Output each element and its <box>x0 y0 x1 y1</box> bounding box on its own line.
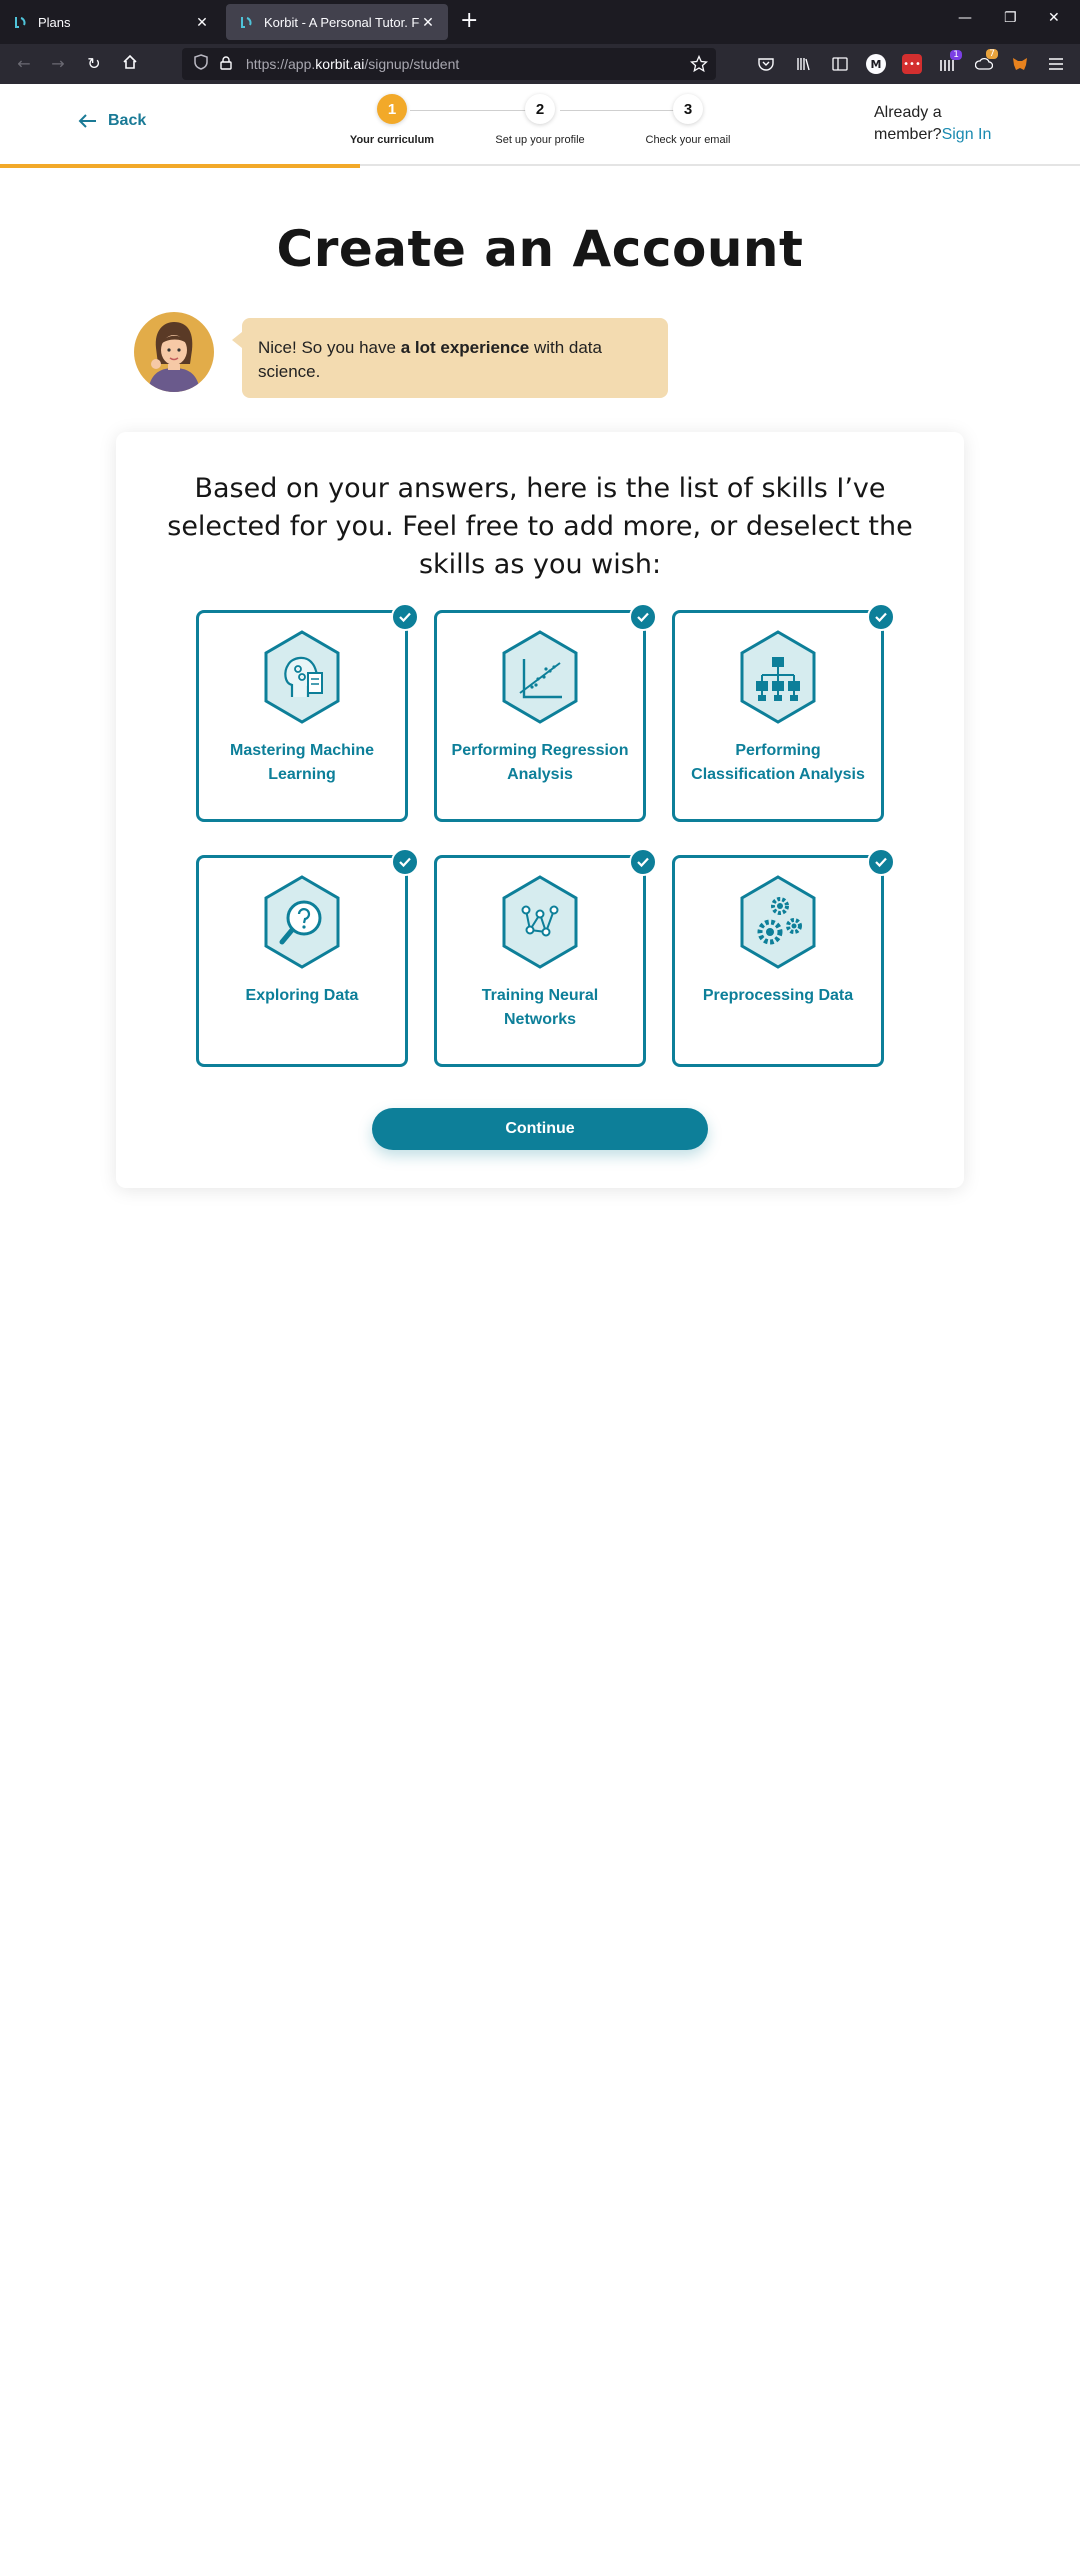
extension-badge: 7 <box>986 49 998 59</box>
page-title: Create an Account <box>276 220 804 278</box>
step-label: Check your email <box>645 134 731 146</box>
bookmark-star-icon[interactable] <box>689 54 709 77</box>
back-arrow-icon[interactable]: ← <box>14 54 34 74</box>
account-m-icon[interactable]: M <box>866 54 886 74</box>
home-icon[interactable] <box>120 54 140 75</box>
library-icon[interactable] <box>794 54 814 74</box>
extension-badge: 1 <box>950 50 962 60</box>
checkmark-icon[interactable] <box>867 603 895 631</box>
url-text: https://app.korbit.ai/signup/student <box>246 56 460 72</box>
step-label: Your curriculum <box>349 134 435 146</box>
step-number: 1 <box>377 94 407 124</box>
tab-close-icon[interactable]: ✕ <box>194 14 210 31</box>
window-restore-button[interactable]: ❐ <box>1004 10 1017 26</box>
skill-card-preprocessing[interactable]: Preprocessing Data <box>672 848 895 1067</box>
skill-name: Mastering Machine Learning <box>229 742 375 783</box>
sidebar-icon[interactable] <box>830 54 850 74</box>
step-profile[interactable]: 2 Set up your profile <box>460 94 620 146</box>
checkmark-icon[interactable] <box>867 848 895 876</box>
tutor-avatar <box>134 312 214 392</box>
magnifier-question-icon <box>264 875 340 969</box>
extension-dots-icon[interactable]: ••• <box>902 54 922 74</box>
checkmark-icon[interactable] <box>391 603 419 631</box>
classification-tree-icon <box>740 630 816 724</box>
metamask-fox-icon[interactable] <box>1010 54 1030 74</box>
skill-name: Preprocessing Data <box>702 987 854 1004</box>
forward-arrow-icon[interactable]: → <box>48 54 68 74</box>
skill-card-machine-learning[interactable]: Mastering Machine Learning <box>196 603 419 822</box>
window-close-button[interactable]: ✕ <box>1048 10 1060 26</box>
lock-icon[interactable] <box>220 55 232 74</box>
checkmark-icon[interactable] <box>629 848 657 876</box>
skill-name: Performing Classification Analysis <box>691 742 865 783</box>
gears-icon <box>740 875 816 969</box>
step-curriculum[interactable]: 1 Your curriculum <box>312 94 472 146</box>
tab-title: Korbit - A Personal Tutor. For Ev <box>264 14 420 30</box>
checkmark-icon[interactable] <box>391 848 419 876</box>
sign-in-link[interactable]: Sign In <box>942 126 992 143</box>
tab-plans[interactable]: Plans ✕ <box>0 4 222 40</box>
pocket-icon[interactable] <box>756 54 776 74</box>
new-tab-button[interactable]: + <box>460 10 478 32</box>
korbit-favicon-icon <box>238 14 254 30</box>
continue-button[interactable]: Continue <box>372 1108 708 1150</box>
back-label: Back <box>108 112 147 129</box>
skills-prompt: Based on your answers, here is the list … <box>167 473 913 580</box>
bubble-emphasis: a lot experience <box>400 338 530 357</box>
tab-close-icon[interactable]: ✕ <box>420 14 436 31</box>
korbit-favicon-icon <box>12 14 28 30</box>
skill-card-regression[interactable]: Performing Regression Analysis <box>434 603 657 822</box>
step-number: 2 <box>525 94 555 124</box>
skill-name: Exploring Data <box>245 987 359 1004</box>
browser-tab-bar: Plans ✕ Korbit - A Personal Tutor. For E… <box>0 0 1080 44</box>
skill-card-exploring-data[interactable]: Exploring Data <box>196 848 419 1067</box>
signup-progress-bar <box>0 164 360 168</box>
tab-korbit[interactable]: Korbit - A Personal Tutor. For Ev ✕ <box>226 4 448 40</box>
skill-name: Training Neural Networks <box>481 987 599 1028</box>
window-minimize-button[interactable]: — <box>958 10 972 26</box>
neural-network-icon <box>502 875 578 969</box>
tutor-speech-bubble: Nice! So you have a lot experience with … <box>232 318 668 398</box>
tab-title: Plans <box>38 14 71 30</box>
skill-card-neural-networks[interactable]: Training Neural Networks <box>434 848 657 1067</box>
extension-bars-icon[interactable]: 1 <box>938 50 962 74</box>
step-label: Set up your profile <box>495 134 585 146</box>
reload-icon[interactable]: ↻ <box>84 54 104 74</box>
regression-chart-icon <box>502 630 578 724</box>
hamburger-menu-icon[interactable] <box>1046 54 1066 74</box>
skill-name: Performing Regression Analysis <box>451 742 629 783</box>
machine-learning-head-icon <box>264 630 340 724</box>
url-bar[interactable]: https://app.korbit.ai/signup/student <box>182 48 716 80</box>
checkmark-icon[interactable] <box>629 603 657 631</box>
skill-card-classification[interactable]: Performing Classification Analysis <box>672 603 895 822</box>
arrow-left-icon <box>78 114 96 128</box>
back-button[interactable]: Back <box>78 112 146 130</box>
step-email[interactable]: 3 Check your email <box>608 94 768 146</box>
extension-cloud-icon[interactable]: 7 <box>974 49 998 74</box>
already-member-text: Already a member?Sign In <box>874 104 992 143</box>
step-number: 3 <box>673 94 703 124</box>
shield-icon[interactable] <box>194 54 208 74</box>
